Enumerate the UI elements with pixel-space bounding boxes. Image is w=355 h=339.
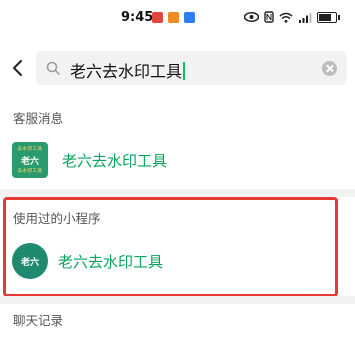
search-field[interactable]: 老六去水印工具 (36, 51, 347, 85)
icon-caption-bottom: 去水印工具 (17, 169, 43, 174)
eye-icon (244, 12, 259, 22)
search-query-text: 老六去水印工具 (70, 62, 183, 81)
icon-caption-top: 去水印工具 (17, 147, 43, 152)
cell-signal-icon (299, 12, 312, 23)
status-bar: 9:45 (0, 0, 355, 36)
red-highlight-frame (3, 197, 338, 297)
battery-icon (317, 11, 340, 23)
icon-title-text: 老六 (20, 157, 39, 167)
section-divider (0, 189, 355, 197)
wifi-icon (279, 12, 293, 23)
search-icon (46, 61, 60, 75)
search-bar-row: 老六去水印工具 (0, 48, 355, 88)
blue-notification-icon (184, 12, 195, 23)
search-input[interactable]: 老六去水印工具 (70, 58, 185, 82)
nfc-icon (264, 11, 274, 23)
text-caret (183, 62, 185, 80)
back-arrow-icon[interactable] (8, 56, 28, 80)
section-label-service-messages: 客服消息 (13, 111, 64, 126)
section-label-chat-history: 聊天记录 (13, 313, 64, 328)
red-notification-icon (152, 12, 163, 23)
orange-notification-icon (168, 12, 179, 23)
service-message-result[interactable]: 去水印工具 老六 去水印工具 老六去水印工具 (0, 135, 355, 185)
status-time: 9:45 (121, 10, 154, 25)
clear-search-icon[interactable] (322, 61, 337, 76)
section-divider (0, 296, 355, 304)
laoliu-app-icon: 去水印工具 老六 去水印工具 (12, 142, 48, 178)
system-status-icons (244, 11, 340, 23)
service-result-name: 老六去水印工具 (62, 152, 168, 170)
